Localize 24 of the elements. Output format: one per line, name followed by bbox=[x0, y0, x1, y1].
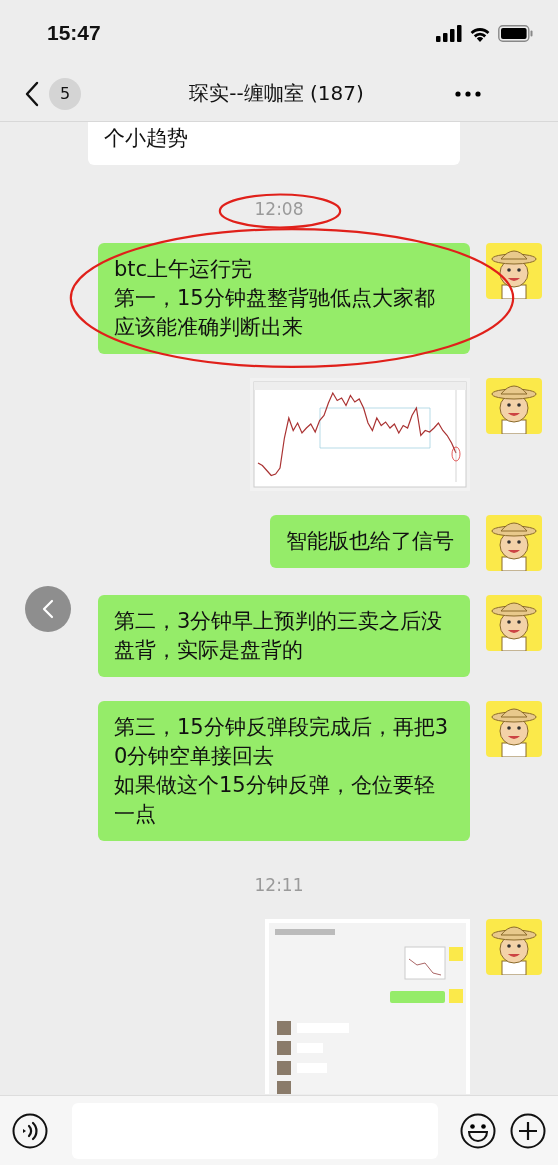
chat-title: 琛实--缠咖室 (187) bbox=[188, 80, 365, 107]
back-float-button[interactable] bbox=[25, 586, 71, 632]
cartoon-avatar bbox=[486, 515, 542, 571]
cartoon-avatar bbox=[486, 243, 542, 299]
cartoon-avatar bbox=[486, 919, 542, 975]
message-time: 12:11 bbox=[254, 875, 304, 895]
message-bubble: 智能版也给了信号 bbox=[270, 515, 470, 568]
cartoon-avatar bbox=[486, 595, 542, 651]
message-bubble: 个小趋势 bbox=[88, 122, 460, 165]
cartoon-avatar bbox=[486, 701, 542, 757]
message-bubble: 第二，3分钟早上预判的三卖之后没盘背，实际是盘背的 bbox=[98, 595, 470, 677]
emoji-icon[interactable] bbox=[460, 1112, 496, 1149]
battery-icon bbox=[498, 24, 533, 42]
message-time: 12:08 bbox=[254, 199, 304, 219]
chevron-icon bbox=[42, 599, 54, 619]
back-icon[interactable] bbox=[25, 80, 39, 107]
plus-icon[interactable] bbox=[510, 1112, 546, 1149]
unread-count-badge[interactable]: 5 bbox=[49, 77, 81, 110]
status-time: 15:47 bbox=[47, 21, 101, 45]
voice-icon[interactable] bbox=[12, 1112, 48, 1149]
message-bubble: btc上午运行完 第一，15分钟盘整背驰低点大家都应该能准确判断出来 bbox=[98, 243, 470, 354]
cartoon-avatar bbox=[486, 378, 542, 434]
message-bubble: 第三，15分钟反弹段完成后，再把30分钟空单接回去 如果做这个15分钟反弹，仓位要轻一点 bbox=[98, 701, 470, 841]
signal-icon bbox=[436, 24, 462, 42]
